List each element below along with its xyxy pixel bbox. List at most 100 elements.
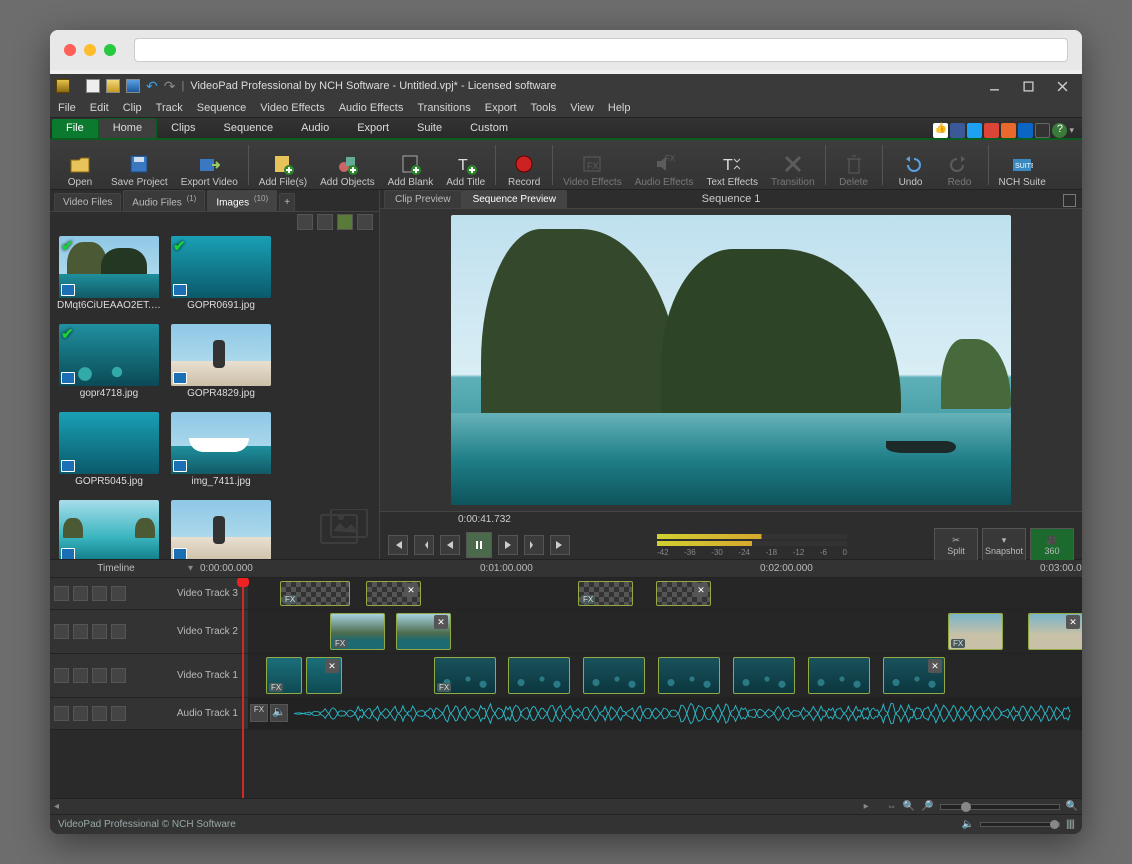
track-header[interactable]: Video Track 1 — [50, 654, 248, 697]
tfx-button[interactable]: TText Effects — [700, 141, 764, 189]
bin-detail-icon[interactable] — [357, 214, 373, 230]
menu-export[interactable]: Export — [485, 102, 517, 114]
bin-tab-audio-files[interactable]: Audio Files (1) — [123, 190, 205, 211]
track-lane[interactable]: FX✕FX✕ — [248, 654, 1082, 697]
goto-start-button[interactable] — [388, 535, 408, 555]
track-lane[interactable]: FX🔈 — [248, 698, 1082, 729]
zoom-in-icon[interactable]: 🔎 — [921, 801, 933, 812]
meter-bars-icon[interactable]: ||||| — [1066, 819, 1074, 830]
gplus-icon[interactable] — [984, 123, 999, 138]
qat-redo-icon[interactable]: ↷ — [164, 78, 176, 95]
help-icon[interactable]: ? — [1052, 123, 1067, 138]
track-mute-icon[interactable] — [73, 624, 88, 639]
ribbon-tab-home[interactable]: Home — [98, 118, 157, 138]
delete-button[interactable]: Delete — [830, 141, 878, 189]
track-mute-icon[interactable] — [73, 706, 88, 721]
menu-track[interactable]: Track — [156, 102, 183, 114]
window-close-button[interactable] — [1048, 77, 1076, 95]
timeline-clip[interactable] — [583, 657, 645, 694]
track-mute-icon[interactable] — [73, 586, 88, 601]
step-back-button[interactable] — [440, 535, 460, 555]
timeline-clip[interactable]: ✕ — [1028, 613, 1082, 650]
open-button[interactable]: Open — [56, 141, 104, 189]
qat-open-icon[interactable] — [106, 79, 120, 93]
timeline-clip[interactable]: ✕ — [366, 581, 421, 606]
ribbon-tab-file[interactable]: File — [52, 119, 98, 138]
qat-new-icon[interactable] — [86, 79, 100, 93]
save-button[interactable]: Save Project — [105, 141, 174, 189]
zoom-slider[interactable] — [940, 804, 1060, 810]
bin-tab-add[interactable]: + — [279, 193, 295, 211]
track-header[interactable]: Audio Track 1 — [50, 698, 248, 729]
menu-transitions[interactable]: Transitions — [417, 102, 470, 114]
addfiles-button[interactable]: Add File(s) — [253, 141, 313, 189]
timeline-clip[interactable] — [658, 657, 720, 694]
menu-clip[interactable]: Clip — [123, 102, 142, 114]
timeline-clip[interactable]: FX — [948, 613, 1003, 650]
track-header[interactable]: Video Track 3 — [50, 578, 248, 609]
bin-thumbnail[interactable]: ✔GOPR0691.jpg — [168, 236, 274, 318]
bin-delete-icon[interactable] — [297, 214, 313, 230]
preview-tab-sequence-preview[interactable]: Sequence Preview — [462, 190, 567, 208]
track-collapse-icon[interactable] — [54, 668, 69, 683]
bin-tab-video-files[interactable]: Video Files — [54, 193, 121, 211]
bin-thumbnail[interactable]: img_7411.jpg — [168, 412, 274, 494]
addtitle-button[interactable]: TAdd Title — [440, 141, 491, 189]
split-button[interactable]: ✂Split — [934, 528, 978, 562]
bin-thumbnail[interactable]: GOPR5045.jpg — [56, 412, 162, 494]
playhead[interactable] — [242, 578, 244, 798]
fit-icon[interactable]: ⇔ — [887, 801, 897, 812]
hscroll-right-icon[interactable]: ▸ — [864, 801, 869, 812]
timeline-clip[interactable]: ✕ — [306, 657, 342, 694]
bin-list-icon[interactable] — [317, 214, 333, 230]
timeline-clip[interactable]: ✕ — [656, 581, 711, 606]
menu-edit[interactable]: Edit — [90, 102, 109, 114]
window-minimize-button[interactable] — [980, 77, 1008, 95]
step-fwd-button[interactable] — [498, 535, 518, 555]
menu-videoeffects[interactable]: Video Effects — [260, 102, 324, 114]
browser-url-bar[interactable] — [134, 38, 1068, 62]
timeline-clip[interactable]: FX — [330, 613, 385, 650]
bin-grid-icon[interactable] — [337, 214, 353, 230]
next-clip-button[interactable] — [524, 535, 544, 555]
ribbon-tab-audio[interactable]: Audio — [287, 119, 343, 138]
track-lock-icon[interactable] — [111, 624, 126, 639]
menu-tools[interactable]: Tools — [531, 102, 557, 114]
menu-file[interactable]: File — [58, 102, 76, 114]
like-icon[interactable]: 👍 — [933, 123, 948, 138]
menu-help[interactable]: Help — [608, 102, 631, 114]
track-mute-icon[interactable] — [73, 668, 88, 683]
play-pause-button[interactable] — [466, 532, 492, 558]
timeline-clip[interactable]: FX — [280, 581, 350, 606]
bin-thumbnail[interactable] — [56, 500, 162, 559]
timeline-clip[interactable]: ✕ — [883, 657, 945, 694]
addobj-button[interactable]: Add Objects — [314, 141, 380, 189]
timeline-clip[interactable] — [733, 657, 795, 694]
hscroll-left-icon[interactable]: ◂ — [54, 801, 59, 812]
ribbon-tab-clips[interactable]: Clips — [157, 119, 209, 138]
track-lock-icon[interactable] — [111, 706, 126, 721]
prev-clip-button[interactable] — [414, 535, 434, 555]
ribbon-tab-custom[interactable]: Custom — [456, 119, 522, 138]
bin-thumbnail[interactable] — [168, 500, 274, 559]
track-lock-icon[interactable] — [111, 586, 126, 601]
track-collapse-icon[interactable] — [54, 706, 69, 721]
window-maximize-button[interactable] — [1014, 77, 1042, 95]
trans-button[interactable]: Transition — [765, 141, 821, 189]
snapshot-button[interactable]: ▾Snapshot — [982, 528, 1026, 562]
afx-button[interactable]: FXAudio Effects — [629, 141, 700, 189]
timeline-ruler[interactable]: Timeline ▾ 0:00:00.0000:01:00.0000:02:00… — [50, 560, 1082, 578]
bin-thumbnail[interactable]: ✔gopr4718.jpg — [56, 324, 162, 406]
undo-button[interactable]: Undo — [887, 141, 935, 189]
zoom-fit-icon[interactable]: 🔍 — [1066, 801, 1078, 812]
bin-thumbnail[interactable]: ✔DMqt6CiUEAAO2ET.jpg — [56, 236, 162, 318]
track-collapse-icon[interactable] — [54, 586, 69, 601]
vfx-button[interactable]: FXVideo Effects — [557, 141, 628, 189]
suite-button[interactable]: SUITENCH Suite — [993, 141, 1052, 189]
timeline-clip[interactable]: ✕ — [396, 613, 451, 650]
redo-button[interactable]: Redo — [936, 141, 984, 189]
timeline-clip[interactable]: FX — [578, 581, 633, 606]
ribbon-tab-sequence[interactable]: Sequence — [210, 119, 288, 138]
stumble-icon[interactable] — [1001, 123, 1016, 138]
track-header[interactable]: Video Track 2 — [50, 610, 248, 653]
